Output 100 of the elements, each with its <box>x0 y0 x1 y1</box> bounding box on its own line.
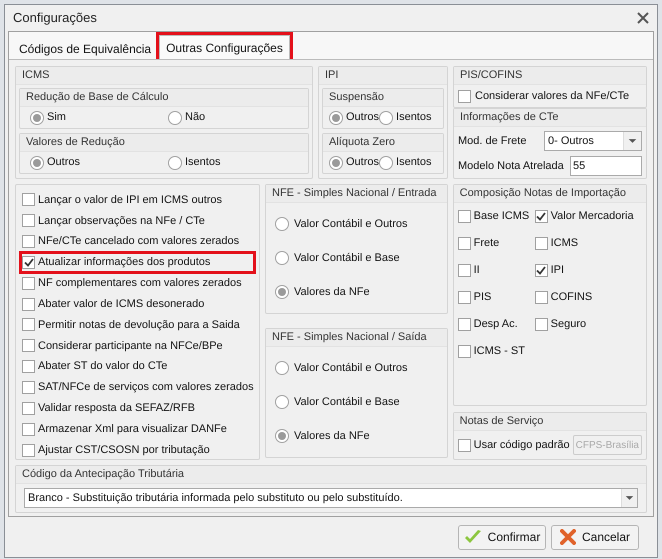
checkbox-label: Armazenar Xml para visualizar DANFe <box>38 422 227 437</box>
dropdown[interactable]: Branco - Substituição tributária informada pelo substituto ou pelo substituído. <box>24 488 638 508</box>
checkbox-label: Lançar observações na NFe / CTe <box>38 214 205 229</box>
checkbox-label: Abater valor de ICMS desonerado <box>38 296 204 312</box>
tab[interactable]: Códigos de Equivalência <box>13 38 158 59</box>
radio-button[interactable] <box>275 429 289 443</box>
checkbox[interactable] <box>22 339 35 352</box>
checkbox[interactable] <box>22 276 35 290</box>
checkbox[interactable] <box>22 193 35 206</box>
checkmark-icon <box>24 258 34 267</box>
checkbox-label: Desp Ac. <box>474 316 518 332</box>
dropdown-value: 0- Outros <box>548 134 594 149</box>
checkbox[interactable] <box>458 210 471 222</box>
radio-button[interactable] <box>379 110 394 124</box>
radio-button[interactable] <box>275 285 289 299</box>
radio-button[interactable] <box>275 395 289 409</box>
checkbox[interactable] <box>458 290 471 304</box>
group-title: ICMS <box>22 68 50 84</box>
checkbox-label: Atualizar informações dos produtos <box>38 255 210 270</box>
field-label: Modelo Nota Atrelada <box>458 158 564 174</box>
radio-label: Valores da NFe <box>294 284 370 300</box>
group-title: Suspensão <box>329 90 384 106</box>
radio-button[interactable] <box>275 251 289 265</box>
checkbox[interactable] <box>458 264 471 276</box>
text-field[interactable]: 55 <box>570 156 642 176</box>
radio-button[interactable] <box>379 156 394 170</box>
checkbox-label: II <box>474 262 480 278</box>
checkbox[interactable] <box>22 402 35 415</box>
checkbox[interactable] <box>22 360 35 374</box>
checkbox-label: Considerar participante na NFCe/BPe <box>38 338 223 354</box>
checkbox[interactable] <box>22 298 35 311</box>
checkbox-label: COFINS <box>550 290 592 305</box>
group-title: Informações de CTe <box>460 110 558 126</box>
checkbox[interactable] <box>22 422 35 436</box>
checkbox[interactable] <box>458 90 471 102</box>
checkbox-label: Validar resposta da SEFAZ/RFB <box>38 401 195 416</box>
radio-label: Valores da NFe <box>294 428 370 444</box>
checkbox-label: IPI <box>550 262 564 278</box>
radio-label: Isentos <box>396 155 432 170</box>
checkbox[interactable] <box>22 214 35 228</box>
checkbox[interactable] <box>534 236 548 250</box>
radio-button[interactable] <box>275 217 289 231</box>
radio-button[interactable] <box>329 110 343 124</box>
group-title: Código da Antecipação Tributária <box>22 467 184 482</box>
checkbox-label: Abater ST do valor do CTe <box>38 359 168 374</box>
checkbox[interactable] <box>534 290 548 304</box>
checkbox[interactable] <box>22 256 35 269</box>
group-title: PIS/COFINS <box>460 68 522 84</box>
checkbox-label: Ajustar CST/CSOSN por tributação <box>38 442 210 458</box>
checkbox[interactable] <box>458 318 471 330</box>
radio-button[interactable] <box>30 110 44 124</box>
group-title: Alíquota Zero <box>329 135 396 150</box>
checkbox[interactable] <box>458 236 471 250</box>
radio-label: Não <box>185 110 206 126</box>
checkbox-label: ICMS <box>550 236 578 251</box>
checkbox-label: Permitir notas de devolução para a Saida <box>38 318 240 333</box>
checkbox-label: Considerar valores da NFe/CTe <box>475 88 630 104</box>
tab[interactable]: Outras Configurações <box>159 35 290 59</box>
checkbox-label: SAT/NFCe de serviços com valores zerados <box>38 380 254 396</box>
close-icon[interactable] <box>637 12 649 24</box>
checkbox[interactable] <box>534 318 548 330</box>
checkbox[interactable] <box>22 444 35 457</box>
checkbox-label: NFe/CTe cancelado com valores zerados <box>38 234 240 250</box>
radio-button[interactable] <box>275 361 289 375</box>
checkbox[interactable] <box>458 344 471 358</box>
checkbox-label: Usar código padrão <box>474 438 570 453</box>
dropdown[interactable]: 0- Outros <box>544 131 642 151</box>
dropdown-value: Branco - Substituição tributária informada pelo substituto ou pelo substituído. <box>28 490 403 506</box>
window-title: Configurações <box>13 9 97 28</box>
checkbox[interactable] <box>22 318 35 332</box>
radio-button[interactable] <box>30 156 44 170</box>
radio-button[interactable] <box>168 156 182 170</box>
confirm-button[interactable]: Confirmar <box>458 524 546 550</box>
radio-label: Isentos <box>396 110 432 126</box>
checkbox[interactable] <box>22 381 35 394</box>
checkbox[interactable] <box>458 438 471 452</box>
group-title: NFE - Simples Nacional / Saída <box>272 330 427 346</box>
checkbox[interactable] <box>534 210 548 222</box>
group-title: Redução de Base de Cálculo <box>26 90 168 106</box>
radio-label: Valor Contábil e Base <box>294 250 400 266</box>
group-title: IPI <box>325 68 338 84</box>
checkbox-label: Base ICMS <box>474 208 530 224</box>
group-title: NFE - Simples Nacional / Entrada <box>272 186 436 202</box>
radio-label: Valor Contábil e Outros <box>294 216 408 232</box>
checkbox-label: Seguro <box>550 316 586 332</box>
checkbox[interactable] <box>22 235 35 248</box>
cross-icon <box>560 529 576 545</box>
checkmark-icon <box>536 212 546 220</box>
radio-button[interactable] <box>329 156 343 170</box>
radio-label: Outros <box>47 155 80 170</box>
radio-label: Valor Contábil e Base <box>294 394 400 410</box>
checkmark-icon <box>464 529 482 545</box>
radio-label: Outros <box>346 110 380 126</box>
cancel-button[interactable]: Cancelar <box>551 524 639 550</box>
radio-button[interactable] <box>168 110 182 124</box>
checkbox[interactable] <box>534 264 548 276</box>
checkbox-label: NF complementares com valores zerados <box>38 276 242 292</box>
checkbox-label: Valor Mercadoria <box>550 208 634 224</box>
group-title: Valores de Redução <box>26 135 125 150</box>
field-label: Mod. de Frete <box>458 134 526 149</box>
